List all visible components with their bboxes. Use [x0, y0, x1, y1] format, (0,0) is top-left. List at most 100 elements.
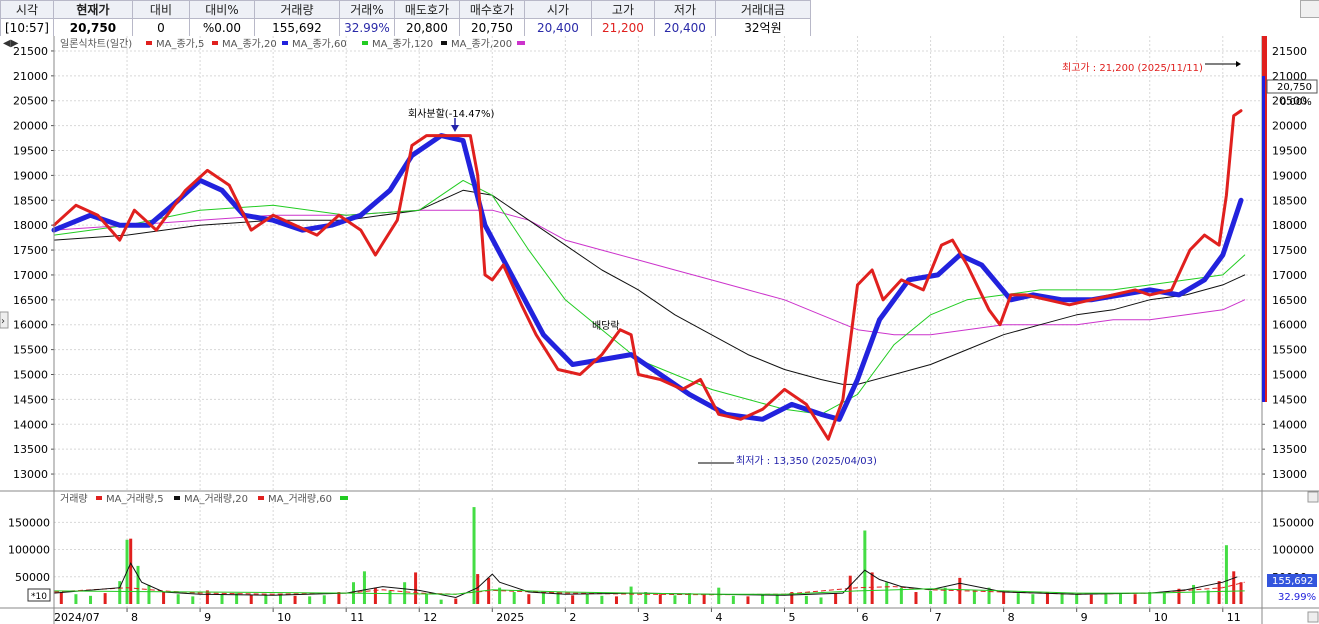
price-tick-right: 13500 — [1272, 443, 1307, 456]
legend-item-ma5: MA_종가,5 — [156, 38, 204, 50]
price-tick-left: 20000 — [13, 120, 48, 133]
date-tick-label: 12 — [423, 611, 437, 624]
legend-swatch-ma60 — [282, 41, 288, 45]
volume-bar — [1133, 594, 1137, 604]
volume-bar — [571, 595, 575, 604]
date-tick-label: 8 — [131, 611, 138, 624]
volume-bar — [476, 574, 480, 604]
panel-corner-button[interactable] — [1300, 0, 1319, 18]
header-turnover: 거래대금 — [714, 0, 811, 19]
value-high: 21,200 — [590, 18, 655, 37]
volume-bar — [1075, 594, 1079, 604]
volume-bar — [804, 595, 808, 604]
volume-bar — [870, 572, 874, 604]
volume-bar — [278, 594, 282, 604]
volume-bar — [191, 596, 195, 604]
date-tick-label: 3 — [642, 611, 649, 624]
price-tick-left: 19500 — [13, 145, 48, 158]
volume-bar — [1217, 581, 1221, 604]
legend-item-ma60: MA_종가,60 — [292, 38, 347, 50]
volume-bar — [103, 593, 107, 604]
price-tick-left: 15000 — [13, 368, 48, 381]
volume-bar — [914, 592, 918, 604]
annotation-high: 최고가 : 21,200 (2025/11/11) — [1062, 62, 1203, 74]
price-tick-right: 21500 — [1272, 45, 1307, 58]
volume-bar — [717, 587, 721, 604]
price-tick-right: 13000 — [1272, 468, 1307, 481]
date-tick-label: 10 — [1154, 611, 1168, 624]
volume-bar — [388, 590, 392, 604]
legend-item-ma200: MA_종가,200 — [451, 38, 512, 50]
price-tick-left: 13000 — [13, 468, 48, 481]
price-tick-left: 13500 — [13, 443, 48, 456]
price-tick-left: 16500 — [13, 294, 48, 307]
volume-bar — [1148, 592, 1152, 604]
volume-bar — [249, 595, 253, 604]
volume-bar — [74, 594, 78, 604]
value-bid: 20,750 — [458, 18, 525, 37]
price-tick-right: 14500 — [1272, 393, 1307, 406]
date-tick-label: 2024/07 — [54, 611, 100, 624]
volume-bar — [136, 565, 140, 604]
header-high: 고가 — [590, 0, 655, 19]
price-tick-right: 18000 — [1272, 219, 1307, 232]
bottom-scroll-handle[interactable] — [1307, 611, 1319, 623]
current-volume-pct-label: 32.99% — [1278, 592, 1316, 603]
header-volume: 거래량 — [253, 0, 340, 19]
legend-swatch-ma200-magenta — [517, 41, 525, 45]
quote-value-row: [10:57] 20,750 0 %0.00 155,692 32.99% 20… — [0, 18, 811, 37]
date-tick-label: 2 — [569, 611, 576, 624]
volume-legend-swatch-ma20 — [174, 496, 180, 500]
volume-bar — [512, 592, 516, 604]
volume-bar — [541, 593, 545, 604]
value-ask: 20,800 — [393, 18, 460, 37]
price-tick-left: 20500 — [13, 95, 48, 108]
header-open: 시가 — [523, 0, 592, 19]
volume-legend-swatch-green — [340, 496, 348, 500]
volume-bar — [147, 584, 151, 604]
legend-swatch-ma200-black — [441, 41, 447, 45]
date-tick-label: 11 — [350, 611, 364, 624]
legend-swatch-ma5 — [146, 41, 152, 45]
current-price-label: 20,750 — [1277, 82, 1312, 93]
price-tick-right: 19500 — [1272, 145, 1307, 158]
price-tick-right: 20000 — [1272, 120, 1307, 133]
volume-bar — [1224, 545, 1228, 604]
volume-bar — [264, 594, 268, 604]
volume-bar — [454, 598, 458, 604]
current-volume-label: 155,692 — [1272, 576, 1313, 587]
volume-bar — [89, 595, 93, 604]
legend-swatch-ma120 — [362, 41, 368, 45]
header-price: 현재가 — [52, 0, 133, 19]
quote-header-row: 시각 현재가 대비 대비% 거래량 거래% 매도호가 매수호가 시가 고가 저가… — [0, 0, 811, 19]
volume-bar — [220, 594, 224, 604]
value-open: 20,400 — [523, 18, 592, 37]
volume-bar — [819, 597, 823, 604]
scroll-arrows-icon[interactable]: ◀▶ — [3, 38, 19, 49]
price-tick-left: 18500 — [13, 194, 48, 207]
volume-legend-swatch-ma60 — [258, 496, 264, 500]
volume-bar — [162, 592, 166, 604]
date-tick-label: 9 — [204, 611, 211, 624]
volume-bar — [585, 594, 589, 604]
volume-expand-handle[interactable] — [1307, 491, 1319, 503]
volume-bar — [1239, 582, 1243, 604]
price-tick-left: 21000 — [13, 70, 48, 83]
price-tick-left: 15500 — [13, 344, 48, 357]
price-tick-right: 17500 — [1272, 244, 1307, 257]
volume-bar — [972, 590, 976, 604]
volume-bar — [885, 582, 889, 604]
volume-bar — [929, 590, 933, 604]
price-tick-right: 15500 — [1272, 344, 1307, 357]
value-time: [10:57] — [0, 18, 54, 37]
value-volume: 155,692 — [253, 18, 340, 37]
date-tick-label: 6 — [862, 611, 869, 624]
volume-bar — [1002, 590, 1006, 604]
value-change: 0 — [131, 18, 190, 37]
volume-legend-title: 거래량 — [60, 493, 88, 505]
price-tick-right: 17000 — [1272, 269, 1307, 282]
volume-bar — [527, 594, 531, 604]
header-low: 저가 — [653, 0, 716, 19]
volume-bar — [403, 582, 407, 604]
header-time: 시각 — [0, 0, 54, 19]
